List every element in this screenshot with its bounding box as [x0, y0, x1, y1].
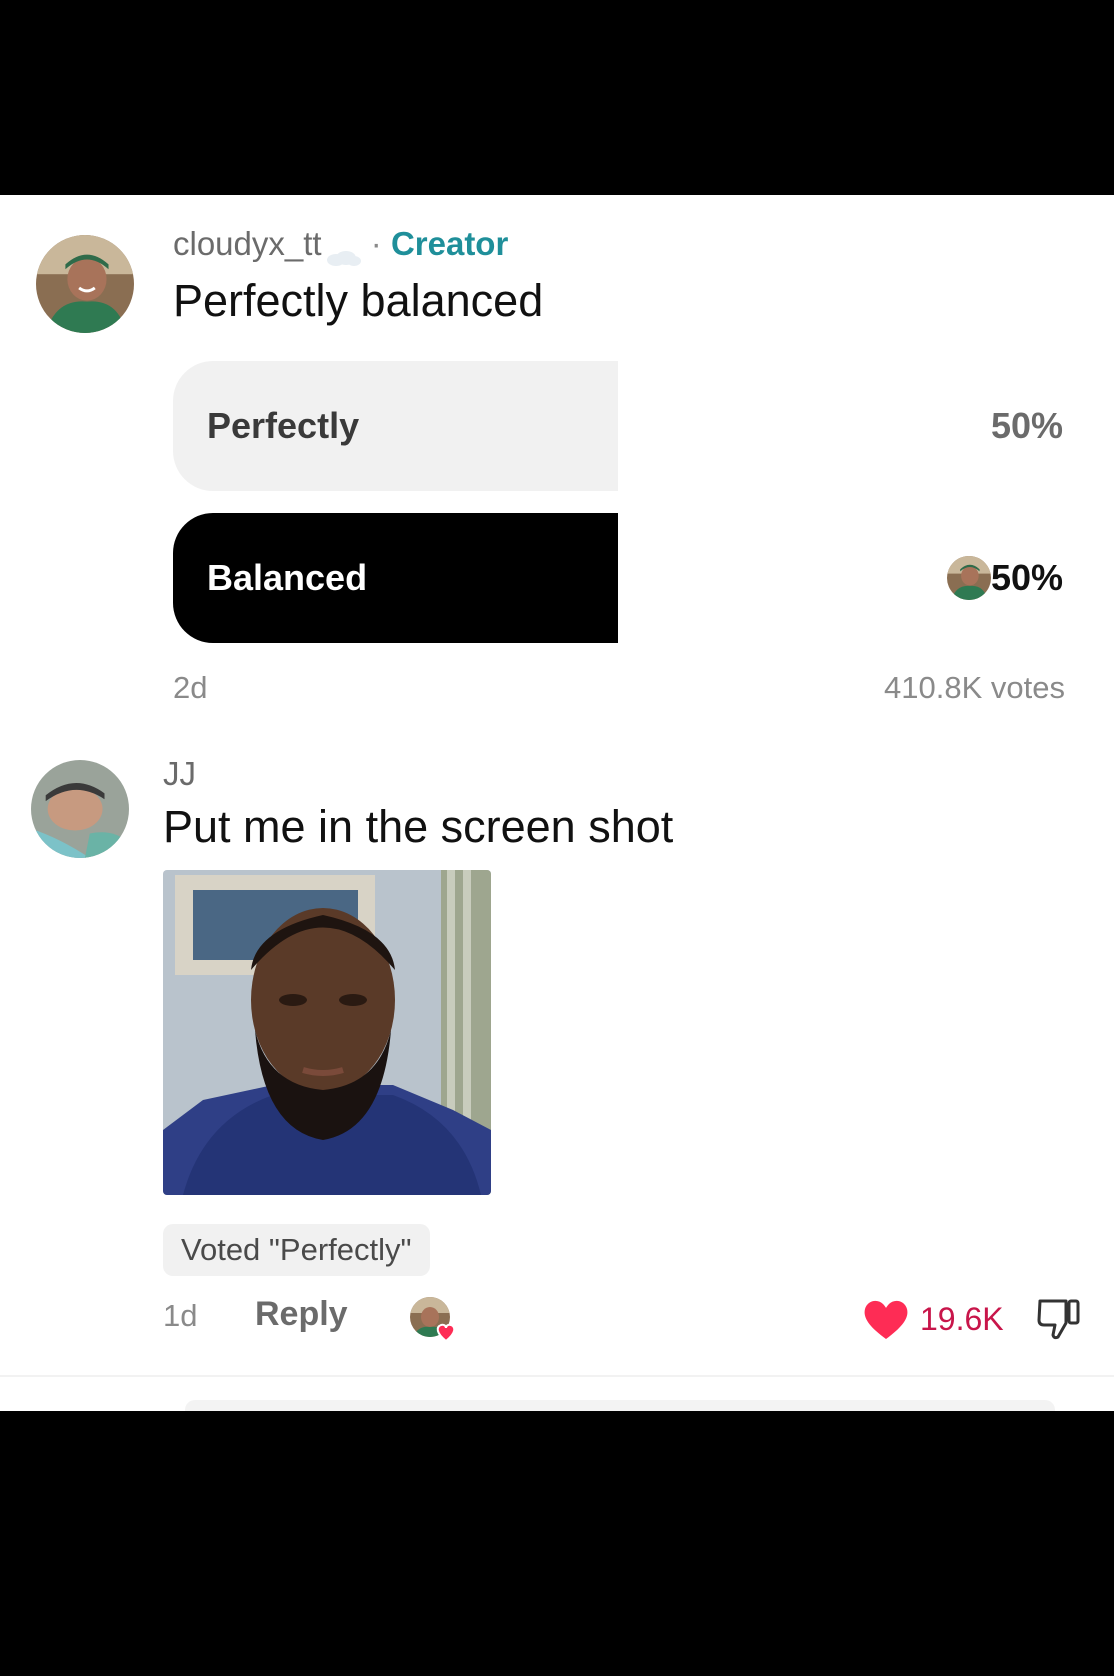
next-comment-edge — [185, 1400, 1055, 1411]
thumbs-down-icon[interactable] — [1036, 1295, 1082, 1341]
commenter-avatar[interactable] — [31, 760, 129, 858]
creator-liked-icon — [408, 1295, 460, 1343]
poll-option-percent: 50% — [990, 405, 1063, 446]
comment-divider — [0, 1375, 1114, 1377]
reply-button[interactable]: Reply — [255, 1295, 348, 1334]
commenter-username[interactable]: JJ — [163, 755, 196, 793]
creator-vote-avatar — [947, 556, 991, 600]
poll-vote-count: 410.8K votes — [884, 670, 1065, 705]
poll-option-perfectly[interactable]: Perfectly 50% — [173, 361, 1063, 491]
poll-option-label: Perfectly — [207, 405, 360, 446]
comment-gif-image[interactable] — [163, 870, 491, 1195]
poll-question: Perfectly balanced — [173, 275, 544, 326]
cloud-icon — [324, 237, 362, 267]
bottom-black-band — [0, 1411, 1114, 1676]
separator-dot: · — [370, 225, 382, 262]
creator-username[interactable]: cloudyx_tt — [173, 225, 322, 262]
poll-option-balanced[interactable]: Balanced 50% — [173, 513, 1063, 643]
like-count: 19.6K — [920, 1300, 1004, 1337]
creator-badge: Creator — [390, 225, 509, 262]
like-button[interactable]: 19.6K — [862, 1295, 1004, 1343]
comment-text: Put me in the screen shot — [163, 801, 674, 852]
poll-option-percent: 50% — [990, 557, 1063, 598]
creator-avatar[interactable] — [36, 235, 134, 333]
heart-icon — [864, 1300, 908, 1339]
voted-chip: Voted "Perfectly" — [163, 1224, 430, 1276]
poll-comment-age: 2d — [173, 670, 208, 705]
comment-age: 1d — [163, 1298, 198, 1333]
comments-panel: cloudyx_tt · Creator Perfectly balanced … — [0, 195, 1114, 1411]
top-black-band — [0, 0, 1114, 195]
creator-username-line: cloudyx_tt · Creator — [173, 225, 509, 267]
poll-option-label: Balanced — [207, 557, 368, 598]
